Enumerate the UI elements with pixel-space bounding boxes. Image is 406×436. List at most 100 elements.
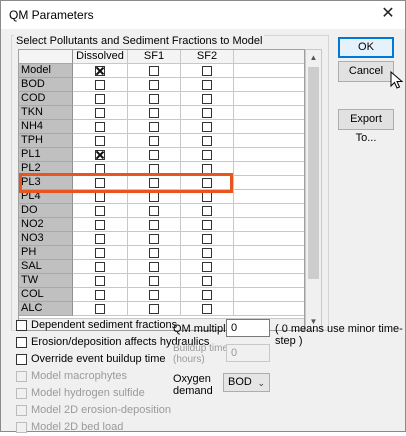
checkbox-box[interactable] — [16, 354, 27, 365]
unchecked-checkbox[interactable] — [95, 262, 105, 272]
unchecked-checkbox[interactable] — [202, 136, 212, 146]
grid-cell — [128, 246, 181, 260]
checkbox-box — [16, 371, 27, 382]
grid-vertical-scrollbar[interactable]: ▲ ▼ — [305, 49, 322, 331]
unchecked-checkbox[interactable] — [149, 276, 159, 286]
checkbox-label: Model macrophytes — [31, 370, 127, 382]
row-header: COL — [19, 288, 73, 302]
grid-cell — [181, 246, 234, 260]
unchecked-checkbox[interactable] — [202, 66, 212, 76]
unchecked-checkbox[interactable] — [149, 290, 159, 300]
grid-filler-cell — [234, 120, 304, 134]
grid-cell — [73, 232, 128, 246]
unchecked-checkbox[interactable] — [149, 304, 159, 314]
grid-cell — [128, 302, 181, 316]
unchecked-checkbox[interactable] — [149, 192, 159, 202]
unchecked-checkbox[interactable] — [202, 290, 212, 300]
unchecked-checkbox[interactable] — [202, 248, 212, 258]
grid-cell — [128, 120, 181, 134]
unchecked-checkbox[interactable] — [202, 80, 212, 90]
row-header: NO3 — [19, 232, 73, 246]
grid-cell — [128, 274, 181, 288]
unchecked-checkbox[interactable] — [202, 234, 212, 244]
grid-cell — [73, 78, 128, 92]
ok-button[interactable]: OK — [338, 37, 394, 58]
unchecked-checkbox[interactable] — [95, 94, 105, 104]
unchecked-checkbox[interactable] — [202, 150, 212, 160]
grid-cell — [181, 274, 234, 288]
row-header: TPH — [19, 134, 73, 148]
grid-row: COD — [19, 92, 304, 106]
unchecked-checkbox[interactable] — [149, 234, 159, 244]
unchecked-checkbox[interactable] — [95, 276, 105, 286]
grid-cell — [73, 302, 128, 316]
close-icon[interactable]: ✕ — [379, 5, 397, 23]
buildup-time-input: 0 — [226, 344, 270, 362]
grid-cell — [181, 232, 234, 246]
unchecked-checkbox[interactable] — [202, 304, 212, 314]
unchecked-checkbox[interactable] — [149, 248, 159, 258]
qm-multiplier-input[interactable]: 0 — [226, 319, 270, 337]
unchecked-checkbox[interactable] — [95, 248, 105, 258]
unchecked-checkbox[interactable] — [95, 304, 105, 314]
unchecked-checkbox[interactable] — [202, 262, 212, 272]
unchecked-checkbox[interactable] — [202, 122, 212, 132]
unchecked-checkbox[interactable] — [149, 108, 159, 118]
row-header: BOD — [19, 78, 73, 92]
unchecked-checkbox[interactable] — [95, 122, 105, 132]
checked-checkbox[interactable] — [95, 150, 105, 160]
checkbox-box[interactable] — [16, 337, 27, 348]
grid-filler-cell — [234, 260, 304, 274]
grid-row: NH4 — [19, 120, 304, 134]
checkbox-label: Model hydrogen sulfide — [31, 387, 145, 399]
unchecked-checkbox[interactable] — [202, 192, 212, 202]
unchecked-checkbox[interactable] — [149, 150, 159, 160]
grid-cell — [73, 92, 128, 106]
unchecked-checkbox[interactable] — [149, 94, 159, 104]
grid-filler-cell — [234, 274, 304, 288]
grid-cell — [181, 134, 234, 148]
unchecked-checkbox[interactable] — [95, 136, 105, 146]
checkbox-box[interactable] — [16, 320, 27, 331]
unchecked-checkbox[interactable] — [202, 108, 212, 118]
unchecked-checkbox[interactable] — [149, 136, 159, 146]
checkbox-label: Model 2D erosion-deposition — [31, 404, 172, 416]
grid-cell — [128, 232, 181, 246]
export-to-button[interactable]: Export To... — [338, 109, 394, 144]
checked-checkbox[interactable] — [95, 66, 105, 76]
unchecked-checkbox[interactable] — [202, 220, 212, 230]
column-header: SF2 — [181, 50, 234, 64]
grid-cell — [73, 204, 128, 218]
row-header: PL1 — [19, 148, 73, 162]
grid-filler-cell — [234, 106, 304, 120]
unchecked-checkbox[interactable] — [95, 192, 105, 202]
scroll-up-icon[interactable]: ▲ — [306, 50, 321, 66]
grid-header-row: Dissolved SF1 SF2 — [19, 50, 304, 64]
unchecked-checkbox[interactable] — [149, 262, 159, 272]
unchecked-checkbox[interactable] — [95, 234, 105, 244]
scroll-thumb[interactable] — [308, 67, 319, 279]
cancel-button[interactable]: Cancel — [338, 61, 394, 82]
grid-cell — [128, 92, 181, 106]
oxygen-demand-select[interactable]: BOD ⌄ — [223, 373, 270, 392]
unchecked-checkbox[interactable] — [149, 206, 159, 216]
grid-filler-cell — [234, 190, 304, 204]
unchecked-checkbox[interactable] — [149, 80, 159, 90]
grid-row: PL1 — [19, 148, 304, 162]
unchecked-checkbox[interactable] — [149, 66, 159, 76]
grid-cell — [128, 64, 181, 78]
unchecked-checkbox[interactable] — [95, 108, 105, 118]
chevron-down-icon: ⌄ — [257, 378, 265, 388]
grid-cell — [128, 288, 181, 302]
column-header-filler — [234, 50, 304, 64]
unchecked-checkbox[interactable] — [95, 206, 105, 216]
unchecked-checkbox[interactable] — [95, 220, 105, 230]
unchecked-checkbox[interactable] — [202, 94, 212, 104]
unchecked-checkbox[interactable] — [95, 80, 105, 90]
unchecked-checkbox[interactable] — [202, 276, 212, 286]
unchecked-checkbox[interactable] — [149, 122, 159, 132]
unchecked-checkbox[interactable] — [95, 290, 105, 300]
unchecked-checkbox[interactable] — [149, 220, 159, 230]
grid-cell — [181, 120, 234, 134]
unchecked-checkbox[interactable] — [202, 206, 212, 216]
